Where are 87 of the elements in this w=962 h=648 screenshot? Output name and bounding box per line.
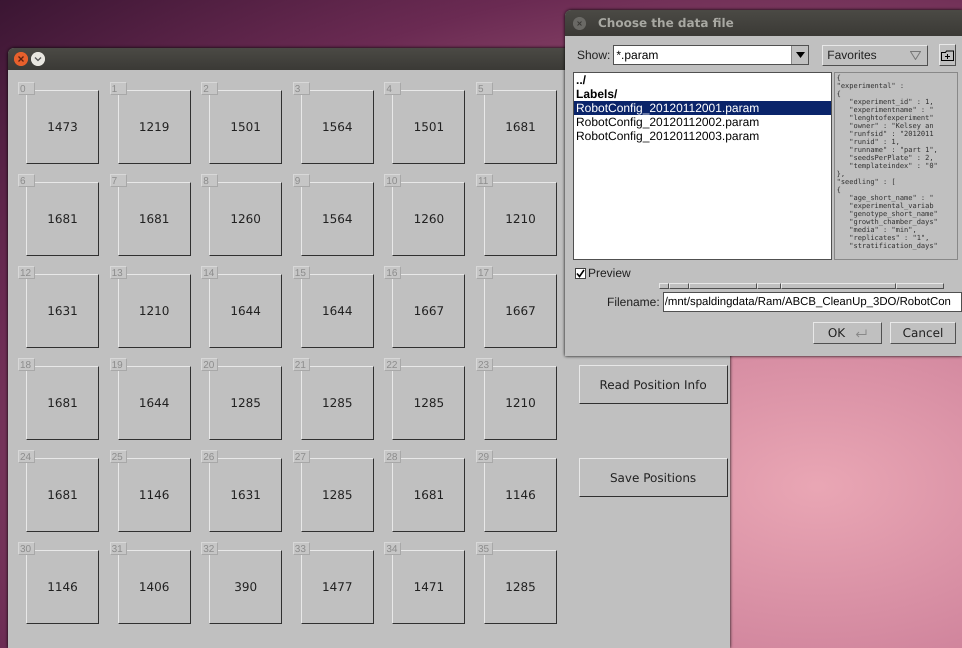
position-button[interactable]: 1564 xyxy=(300,182,374,256)
close-icon[interactable] xyxy=(14,52,28,66)
minimize-icon[interactable] xyxy=(31,52,45,66)
position-index: 9 xyxy=(292,174,310,187)
action-button[interactable]: Read Position Info xyxy=(578,365,728,404)
position-button[interactable]: 1285 xyxy=(300,458,374,532)
position-index: 12 xyxy=(18,266,35,279)
dropdown-arrow-icon xyxy=(910,50,921,60)
position-index: 10 xyxy=(384,174,402,187)
position-button[interactable]: 1285 xyxy=(300,366,374,440)
position-index: 0 xyxy=(18,82,35,95)
preview-label: Preview xyxy=(588,266,631,280)
position-index: 6 xyxy=(18,174,35,187)
position-button[interactable]: 1146 xyxy=(118,458,191,532)
position-index: 35 xyxy=(476,542,493,555)
position-index: 14 xyxy=(201,266,218,279)
path-segment-button[interactable] xyxy=(669,283,689,289)
position-button[interactable]: 1260 xyxy=(392,182,466,256)
path-segment-button[interactable] xyxy=(757,283,781,289)
position-button[interactable]: 1210 xyxy=(118,274,191,348)
new-folder-button[interactable] xyxy=(938,44,956,66)
position-index: 2 xyxy=(201,82,218,95)
position-index: 19 xyxy=(110,358,127,371)
position-index: 17 xyxy=(476,266,493,279)
position-index: 8 xyxy=(201,174,218,187)
file-item[interactable]: ../ xyxy=(574,73,831,87)
position-button[interactable]: 1681 xyxy=(484,90,557,164)
position-index: 29 xyxy=(476,450,493,463)
position-button[interactable]: 1260 xyxy=(209,182,282,256)
position-index: 18 xyxy=(18,358,35,371)
favorites-dropdown[interactable]: Favorites xyxy=(822,44,928,66)
position-button[interactable]: 1681 xyxy=(118,182,191,256)
position-index: 21 xyxy=(292,358,310,371)
position-index: 33 xyxy=(292,542,310,555)
file-item[interactable]: Labels/ xyxy=(574,87,831,101)
position-index: 23 xyxy=(476,358,493,371)
path-segment-button[interactable] xyxy=(689,283,757,289)
position-index: 7 xyxy=(110,174,127,187)
position-index: 32 xyxy=(201,542,218,555)
position-button[interactable]: 1473 xyxy=(26,90,99,164)
position-index: 3 xyxy=(292,82,310,95)
position-button[interactable]: 1219 xyxy=(118,90,191,164)
position-button[interactable]: 1146 xyxy=(484,458,557,532)
position-index: 13 xyxy=(110,266,127,279)
position-button[interactable]: 1501 xyxy=(209,90,282,164)
dialog-title: Choose the data file xyxy=(598,16,734,30)
position-index: 26 xyxy=(201,450,218,463)
dropdown-arrow-icon xyxy=(796,52,805,58)
file-item[interactable]: RobotConfig_20120112003.param xyxy=(574,129,831,143)
filename-label: Filename: xyxy=(607,295,660,309)
return-icon xyxy=(855,328,868,338)
show-label: Show: xyxy=(577,48,610,62)
preview-checkbox[interactable] xyxy=(575,268,586,278)
position-index: 15 xyxy=(292,266,310,279)
filename-field[interactable]: /mnt/spaldingdata/Ram/ABCB_CleanUp_3DO/RobotCon xyxy=(662,292,962,312)
position-button[interactable]: 1631 xyxy=(209,458,282,532)
position-index: 30 xyxy=(18,542,35,555)
position-button[interactable]: 1681 xyxy=(26,182,99,256)
position-index: 25 xyxy=(110,450,127,463)
path-segment-button[interactable] xyxy=(781,283,896,289)
position-index: 27 xyxy=(292,450,310,463)
position-button[interactable]: 1564 xyxy=(300,90,374,164)
position-button[interactable]: 1285 xyxy=(209,366,282,440)
folder-icon xyxy=(940,50,954,60)
position-index: 1 xyxy=(110,82,127,95)
position-index: 5 xyxy=(476,82,493,95)
position-index: 34 xyxy=(384,542,402,555)
position-index: 24 xyxy=(18,450,35,463)
file-item[interactable]: RobotConfig_20120112002.param xyxy=(574,115,831,129)
position-button[interactable]: 1210 xyxy=(484,182,557,256)
ok-button[interactable]: OK xyxy=(813,322,882,344)
position-index: 20 xyxy=(201,358,218,371)
position-button[interactable]: 1501 xyxy=(392,90,466,164)
position-button[interactable]: 1667 xyxy=(484,274,557,348)
filter-dropdown[interactable]: *.param xyxy=(613,45,810,65)
file-item[interactable]: RobotConfig_20120112001.param xyxy=(574,101,831,115)
action-button[interactable]: Save Positions xyxy=(578,458,728,497)
position-index: 31 xyxy=(110,542,127,555)
position-index: 11 xyxy=(476,174,493,187)
position-button[interactable]: 1644 xyxy=(118,366,191,440)
path-segment-button[interactable] xyxy=(896,283,944,289)
position-index: 16 xyxy=(384,266,402,279)
path-segment-button[interactable] xyxy=(659,283,669,289)
cancel-button[interactable]: Cancel xyxy=(890,322,956,344)
position-index: 22 xyxy=(384,358,402,371)
position-index: 28 xyxy=(384,450,402,463)
position-index: 4 xyxy=(384,82,402,95)
